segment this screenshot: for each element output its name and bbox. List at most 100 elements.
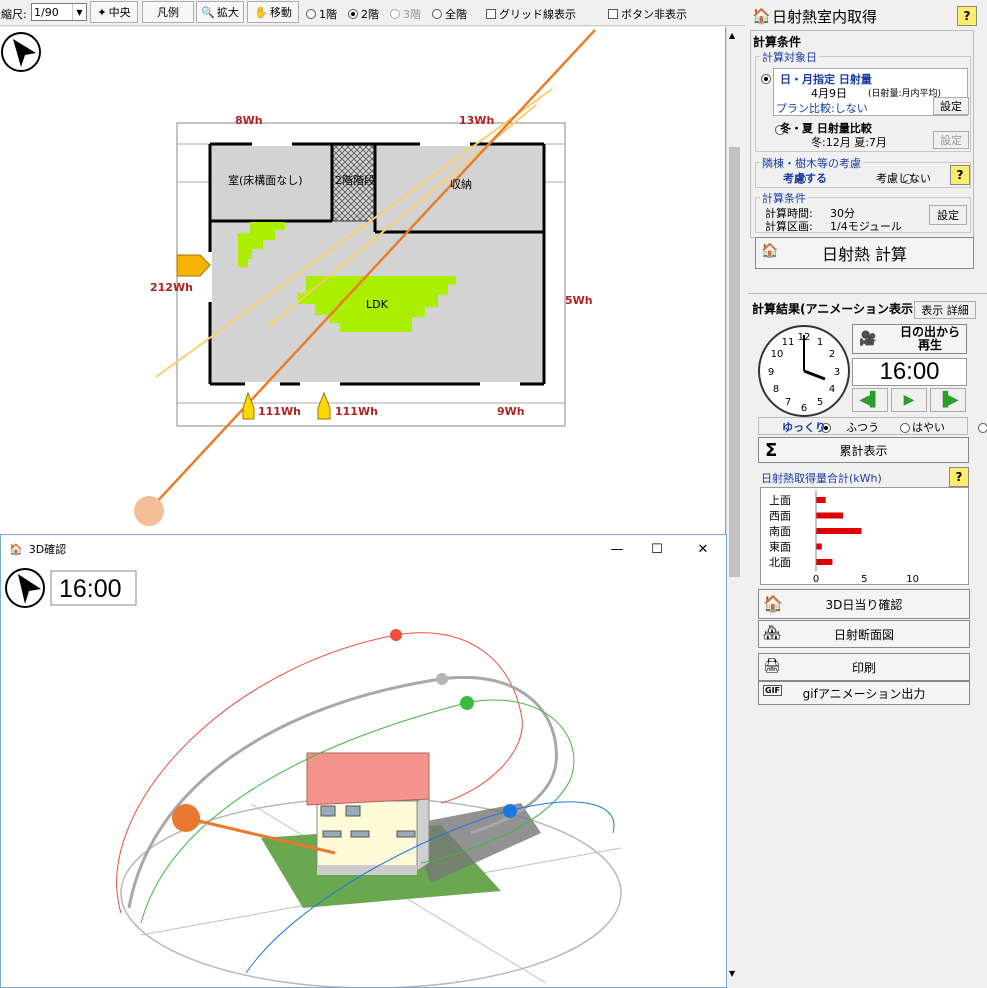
radio-selected-icon [348,9,358,19]
set-button[interactable]: 設定 [933,97,969,115]
group-label: 隣棟・樹木等の考慮 [760,155,863,171]
display-detail-button[interactable]: 表示 詳細 [914,301,976,319]
radio-normal[interactable] [899,423,910,433]
calculate-button[interactable]: 🏠 日射熱 計算 [755,237,974,269]
set-button[interactable]: 設定 [929,205,967,225]
3d-check-label: 3D日当り確認 [825,597,903,612]
sigma-icon: Σ [765,440,778,461]
zoom-label: 拡大 [216,6,239,19]
category-label: 東面 [769,541,791,554]
maximize-icon[interactable]: ☐ [647,539,667,559]
floor-label: 全階 [445,8,467,21]
results-title: 計算結果(アニメーション表示) [752,302,919,316]
option2-detail: 冬:12月 夏:7月 [811,136,887,149]
svg-text:1: 1 [817,337,823,348]
checkbox-icon [486,9,496,19]
bar-1 [816,512,844,519]
svg-text:2: 2 [829,349,835,360]
sun-marker-summer [390,629,402,641]
svg-text:10: 10 [771,349,784,360]
sun-house-icon: 🏠 [9,542,23,556]
print-button[interactable]: 🖨 印刷 [758,653,970,681]
chart-box: 上面 西面 南面 東面 北面 0 5 10 [760,487,969,585]
3d-window: 🏠 3D確認 — ☐ ✕ 16:00 [0,534,727,988]
replay-line2: 再生 [917,338,942,352]
consider-off-label: 考慮しない [876,172,931,185]
hide-buttons-checkbox[interactable]: ボタン非表示 [608,6,687,22]
tick-label: 10 [906,574,919,584]
center-button[interactable]: ✦ 中央 [90,1,138,23]
3d-scene[interactable] [1,563,726,987]
legend-button[interactable]: 凡例 [142,1,194,23]
hand-icon: ✋ [254,5,268,19]
play-icon[interactable]: ▶ [891,388,927,412]
wh-label: 13Wh [459,114,495,127]
move-button[interactable]: ✋ 移動 [247,1,299,23]
radio-day-month[interactable] [761,74,771,84]
tick-label: 0 [813,574,819,584]
legend-label: 凡例 [157,6,179,19]
minimize-icon[interactable]: — [607,539,627,559]
sun-house-icon: 🏠 [752,7,771,25]
toolbar: 縮尺: 1/90 ▼ ✦ 中央 凡例 🔍 拡大 ✋ 移動 1階 2階 3階 全階 グリ… [0,0,745,26]
chevron-down-icon: ▼ [72,4,86,20]
center-label: 中央 [108,6,131,19]
vertical-scrollbar[interactable]: ▲ ▼ [726,27,742,988]
group-label: 計算条件 [760,190,808,206]
calculate-label: 日射熱 計算 [821,245,908,264]
category-label: 西面 [769,510,791,523]
3d-time: 16:00 [59,575,122,603]
cumulative-button[interactable]: Σ 累計表示 [758,437,969,463]
zoom-button[interactable]: 🔍 拡大 [196,1,244,23]
grid-checkbox[interactable]: グリッド線表示 [486,6,576,22]
radio-fast[interactable] [978,423,987,433]
svg-text:4: 4 [829,384,835,395]
help-icon[interactable]: ? [949,467,969,487]
step-back-icon[interactable]: ◀▌ [852,388,888,412]
close-icon[interactable]: ✕ [693,539,713,559]
section-button[interactable]: 🏘 日射断面図 [758,620,970,648]
bar-3 [816,543,822,550]
category-label: 南面 [769,525,791,538]
house-roof [306,752,430,806]
floor-radio-2[interactable]: 2階 [348,6,379,22]
scroll-thumb[interactable] [729,147,740,577]
floor-radio-all[interactable]: 全階 [432,6,467,22]
crosshair-icon: ✦ [97,5,107,19]
grid-label: グリッド線表示 [499,8,576,21]
plan-compare-label: プラン比較:しない [776,102,868,115]
svg-text:8: 8 [773,384,779,395]
svg-text:5: 5 [817,397,823,408]
scroll-down-icon[interactable]: ▼ [729,969,735,978]
calc-area-label: 計算区画: [765,220,813,233]
clock: 12123 4567 891011 [758,325,850,417]
bar-2 [816,528,862,534]
consider-on-label: 考慮する [783,172,827,185]
panel-title: 日射熱室内取得 [772,8,878,26]
stairs-label: 2階階段 [335,174,375,187]
scroll-up-icon[interactable]: ▲ [729,31,735,40]
house-side [416,794,430,872]
help-icon[interactable]: ? [957,6,977,26]
section-label: 日射断面図 [833,627,894,642]
house-base [317,865,417,875]
scale-select[interactable]: 1/90 ▼ [31,3,87,21]
gif-export-button[interactable]: GIF gifアニメーション出力 [758,681,970,705]
3d-check-button[interactable]: 🏠 3D日当り確認 [758,589,970,619]
sun-section-icon: 🏘 [763,625,781,641]
floor-radio-3[interactable]: 3階 [390,6,421,22]
sun-house-icon: 🏠 [761,243,779,259]
3d-titlebar[interactable]: 🏠 3D確認 — ☐ ✕ [1,535,726,563]
option1-date: 4月9日 [811,87,847,100]
svg-text:3: 3 [834,367,840,378]
3d-window-title: 3D確認 [28,543,67,556]
set-button-disabled[interactable]: 設定 [933,131,969,149]
wh-label: 5Wh [565,294,593,307]
help-icon[interactable]: ? [950,165,970,185]
speed-slow-label: ゆっくり [782,421,826,434]
replay-button[interactable]: 🎥 日の出から 再生 [852,324,967,354]
floor-radio-1[interactable]: 1階 [306,6,337,22]
step-forward-icon[interactable]: ▐▶ [930,388,966,412]
ldk-label: LDK [366,298,388,311]
cumulative-label: 累計表示 [839,443,888,458]
